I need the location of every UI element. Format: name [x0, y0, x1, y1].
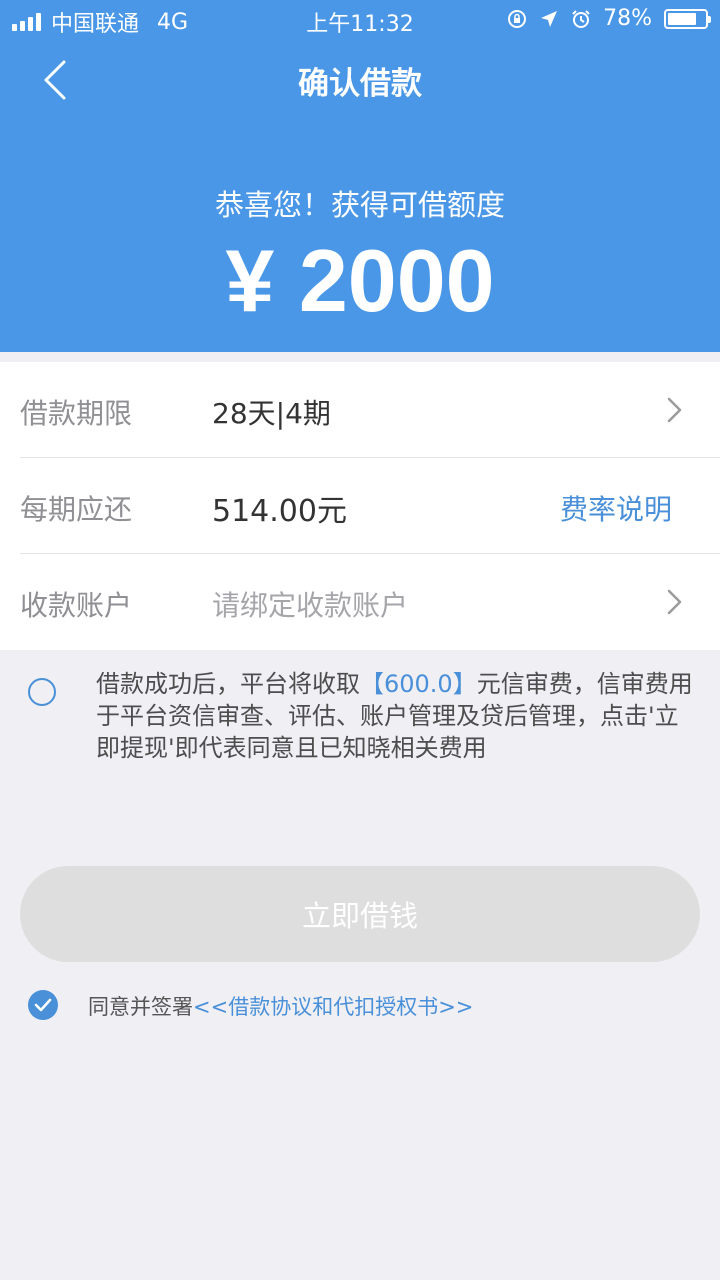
loan-term-label: 借款期限: [20, 397, 133, 430]
chevron-right-icon[interactable]: [666, 396, 684, 424]
agreement-text: 同意并签署<<借款协议和代扣授权书>>: [88, 991, 473, 1021]
receiving-account-placeholder: 请绑定收款账户: [212, 589, 409, 622]
header: 中国联通 4G 上午11:32 78% 确认借款 恭喜您！获得可借额度 ¥ 20…: [0, 0, 720, 352]
status-right: 78%: [507, 6, 711, 31]
fee-amount: 【600.0】: [360, 670, 477, 698]
rate-info-link[interactable]: 费率说明: [560, 488, 672, 528]
fee-consent-radio[interactable]: [28, 678, 56, 706]
page-title: 确认借款: [298, 66, 422, 102]
credit-limit-subtitle: 恭喜您！获得可借额度: [214, 188, 505, 222]
credit-limit-amount: ¥ 2000: [225, 231, 495, 330]
battery-percent: 78%: [603, 6, 652, 31]
borrow-now-button[interactable]: 立即借钱: [20, 866, 700, 962]
chevron-right-icon[interactable]: [666, 588, 684, 616]
battery-fill: [668, 12, 696, 25]
row-receiving-account[interactable]: 收款账户 请绑定收款账户: [20, 554, 720, 650]
checkmark-icon: [34, 998, 52, 1012]
fee-notice-text: 借款成功后，平台将收取【600.0】元信审费，信审费用于平台资信审查、评估、账户…: [96, 668, 696, 764]
receiving-account-label: 收款账户: [20, 589, 133, 622]
location-icon: [541, 10, 558, 27]
row-loan-term[interactable]: 借款期限 28天|4期: [20, 362, 720, 458]
fee-notice-prefix: 借款成功后，平台将收取: [96, 670, 360, 698]
loan-term-value: 28天|4期: [212, 397, 331, 430]
row-repayment: 每期应还 514.00元 费率说明: [20, 458, 720, 554]
loan-info-card: 借款期限 28天|4期 每期应还 514.00元 费率说明 收款账户 请绑定收款…: [0, 362, 720, 650]
loan-agreement-link[interactable]: <<借款协议和代扣授权书>>: [193, 995, 473, 1019]
repayment-label: 每期应还: [20, 493, 133, 526]
rotation-lock-icon: [508, 9, 527, 28]
repayment-value: 514.00元: [212, 494, 347, 529]
agreement-checkbox[interactable]: [28, 990, 58, 1020]
battery-icon: [664, 8, 711, 29]
agreement-prefix: 同意并签署: [88, 995, 193, 1019]
status-bar: 中国联通 4G 上午11:32 78%: [0, 0, 720, 40]
alarm-icon: [572, 9, 590, 28]
